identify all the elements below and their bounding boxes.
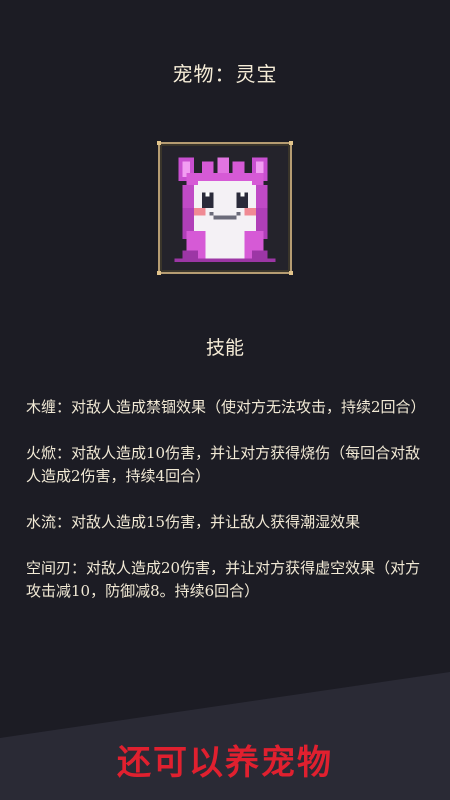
skill-space-blade: 空间刃：对敌人造成20伤害，并让对方获得虚空效果（对方攻击减10，防御减8。持续… <box>26 559 421 600</box>
frame-corner <box>157 271 161 275</box>
skill-wood-bind: 木缠：对敌人造成禁锢效果（使对方无法攻击，持续2回合） <box>26 398 426 416</box>
pet-detail-screen: 宠物：灵宝 技能 木缠：对敌人造成禁锢效果（使对方无法攻击，持续2回合） 火焮：… <box>0 0 450 800</box>
skills-list: 木缠：对敌人造成禁锢效果（使对方无法攻击，持续2回合） 火焮：对敌人造成10伤害… <box>26 396 426 626</box>
pet-title: 宠物：灵宝 <box>172 62 278 86</box>
skills-heading: 技能 <box>205 337 244 359</box>
pet-portrait-frame[interactable] <box>157 141 293 275</box>
frame-corner <box>289 271 293 275</box>
frame-corner <box>289 141 293 145</box>
skill-water-flow: 水流：对敌人造成15伤害，并让敌人获得潮湿效果 <box>26 513 361 531</box>
pink-bunny-pet-icon <box>174 157 276 263</box>
frame-corner <box>157 141 161 145</box>
promo-text: 还可以养宠物 <box>117 743 333 783</box>
skill-fire-burn: 火焮：对敌人造成10伤害，并让对方获得烧伤（每回合对敌人造成2伤害，持续4回合） <box>26 444 421 485</box>
